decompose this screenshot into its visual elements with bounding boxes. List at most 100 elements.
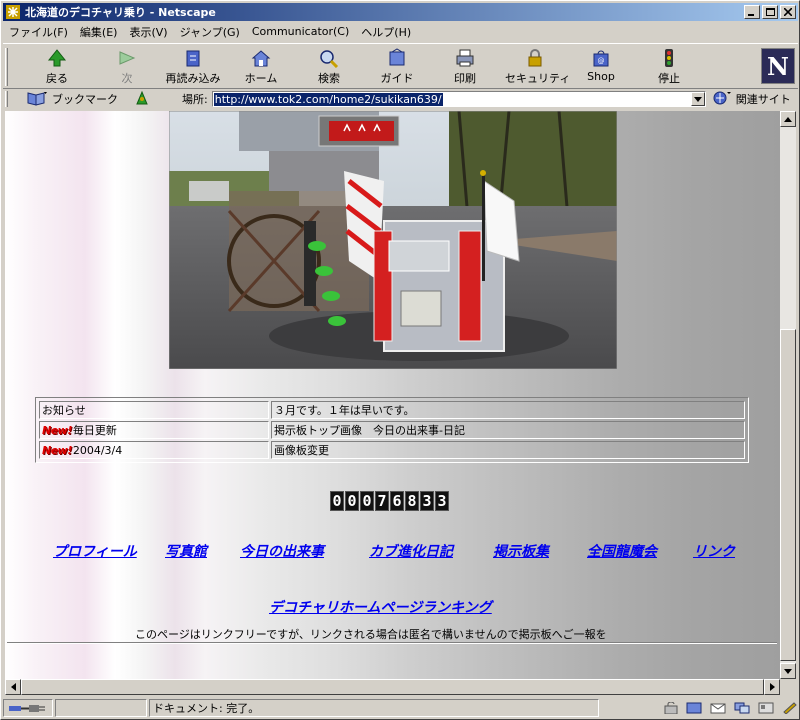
search-icon — [299, 46, 359, 68]
url-field[interactable]: http://www.tok2.com/home2/sukikan639/ — [211, 91, 706, 107]
search-button[interactable]: 検索 — [299, 46, 359, 88]
chevron-down-icon — [784, 668, 792, 674]
horizontal-scroll-thumb[interactable] — [21, 679, 764, 695]
news-table: お知らせ ３月です。１年は早いです。 New!毎日更新 掲示板トップ画像 今日の… — [35, 397, 749, 463]
component-bar — [656, 702, 798, 714]
menu-go[interactable]: ジャンプ(G) — [180, 24, 240, 40]
related-sites-label: 関連サイト — [735, 93, 791, 106]
news-text: ３月です。１年は早いです。 — [274, 404, 415, 417]
navigator-icon[interactable] — [686, 702, 702, 714]
horizontal-rule — [7, 642, 777, 644]
counter-digit: 6 — [390, 491, 404, 511]
netscape-logo[interactable]: N — [761, 48, 795, 84]
navigation-toolbar: 戻る 次 再読み込み ホーム 検索 ガイド 印刷 セキュリティ @ Shop 停… — [3, 43, 798, 89]
title-bar: 北海道のデコチャリ乗り - Netscape — [3, 3, 798, 21]
reload-button[interactable]: 再読み込み — [163, 46, 223, 88]
shop-bag-icon: @ — [571, 46, 631, 68]
news-cell: New!2004/3/4 — [39, 441, 269, 459]
counter-digit: 0 — [345, 491, 359, 511]
connection-status-cell[interactable] — [3, 699, 53, 717]
back-arrow-icon — [27, 46, 87, 68]
chevron-down-icon — [693, 96, 702, 102]
guide-icon — [367, 46, 427, 68]
counter-digit: 3 — [420, 491, 434, 511]
printer-icon — [435, 46, 495, 68]
forward-button[interactable]: 次 — [97, 46, 157, 88]
scroll-down-button[interactable] — [780, 663, 796, 679]
home-icon — [231, 46, 291, 68]
back-button[interactable]: 戻る — [27, 46, 87, 88]
stop-button[interactable]: 停止 — [639, 46, 699, 88]
link-free-notice: このページはリンクフリーですが、リンクされる場合は匿名で構いませんので掲示板へご… — [135, 628, 607, 641]
scroll-up-button[interactable] — [780, 111, 796, 127]
counter-digit: 7 — [375, 491, 389, 511]
related-sites-button[interactable]: 関連サイト — [712, 90, 791, 109]
close-button[interactable] — [780, 5, 796, 19]
guide-button[interactable]: ガイド — [367, 46, 427, 88]
chevron-right-icon — [769, 683, 775, 691]
mail-icon[interactable] — [710, 702, 726, 714]
svg-text:@: @ — [598, 57, 605, 65]
url-dropdown-button[interactable] — [690, 92, 705, 106]
location-label: 場所: — [182, 93, 208, 106]
new-badge: New! — [42, 424, 72, 437]
menu-communicator[interactable]: Communicator(C) — [252, 25, 349, 38]
horizontal-scrollbar[interactable] — [5, 679, 780, 695]
status-text-cell: ドキュメント: 完了。 — [149, 699, 599, 717]
progress-cell — [55, 699, 147, 717]
shop-button[interactable]: @ Shop — [571, 46, 631, 88]
page-content: お知らせ ３月です。１年は早いです。 New!毎日更新 掲示板トップ画像 今日の… — [5, 111, 780, 679]
menu-help[interactable]: ヘルプ(H) — [361, 24, 411, 40]
nav-link-national[interactable]: 全国龍魔会 — [587, 541, 657, 561]
menu-file[interactable]: ファイル(F) — [9, 24, 68, 40]
netscape-app-icon[interactable] — [5, 4, 21, 20]
nav-link-today[interactable]: 今日の出来事 — [240, 541, 324, 561]
chevron-left-icon — [10, 683, 16, 691]
toolbar-grip[interactable] — [5, 48, 8, 86]
maximize-button[interactable] — [762, 5, 778, 19]
vertical-scrollbar[interactable] — [780, 111, 796, 679]
decochari-bike-photo — [169, 111, 617, 369]
connection-plug-icon — [9, 705, 45, 712]
nav-link-profile[interactable]: プロフィール — [53, 541, 137, 561]
home-button[interactable]: ホーム — [231, 46, 291, 88]
address-book-icon[interactable] — [758, 702, 774, 714]
forward-arrow-icon — [97, 46, 157, 68]
minimize-button[interactable] — [744, 5, 760, 19]
nav-link-photos[interactable]: 写真館 — [165, 541, 207, 561]
counter-digit: 8 — [405, 491, 419, 511]
scroll-left-button[interactable] — [5, 679, 21, 695]
vertical-scroll-thumb[interactable] — [780, 329, 796, 661]
news-text: 画像板変更 — [274, 444, 329, 457]
print-button[interactable]: 印刷 — [435, 46, 495, 88]
composer-icon[interactable] — [782, 702, 798, 714]
location-toolbar: ブックマーク 場所: http://www.tok2.com/home2/suk… — [3, 89, 798, 109]
ranking-link[interactable]: デコチャリホームページランキング — [269, 597, 492, 617]
bookmarks-button[interactable]: ブックマーク — [26, 90, 118, 109]
table-row: New!毎日更新 掲示板トップ画像 今日の出来事-日記 — [39, 421, 745, 439]
nav-link-links[interactable]: リンク — [693, 541, 735, 561]
counter-link-underline — [450, 498, 454, 511]
security-button[interactable]: セキュリティ — [505, 46, 570, 88]
scroll-right-button[interactable] — [764, 679, 780, 695]
nav-link-cub-diary[interactable]: カブ進化日記 — [369, 541, 453, 561]
window-title: 北海道のデコチャリ乗り - Netscape — [25, 6, 216, 19]
menu-bar: ファイル(F) 編集(E) 表示(V) ジャンプ(G) Communicator… — [3, 22, 798, 41]
access-counter[interactable]: 0 0 0 7 6 8 3 3 — [330, 491, 454, 511]
location-toolbar-grip[interactable] — [5, 91, 8, 107]
discussion-icon[interactable] — [734, 702, 750, 714]
menu-edit[interactable]: 編集(E) — [80, 24, 118, 40]
news-cell: お知らせ — [39, 401, 269, 419]
table-row: お知らせ ３月です。１年は早いです。 — [39, 401, 745, 419]
menu-view[interactable]: 表示(V) — [129, 24, 167, 40]
news-cell: ３月です。１年は早いです。 — [271, 401, 745, 419]
page-proxy-icon[interactable] — [134, 90, 150, 109]
counter-digit: 0 — [330, 491, 344, 511]
bookmark-book-icon — [26, 90, 48, 109]
table-row: New!2004/3/4 画像板変更 — [39, 441, 745, 459]
security-status-icon[interactable] — [664, 702, 678, 714]
news-cell: New!毎日更新 — [39, 421, 269, 439]
nav-link-bbs[interactable]: 掲示板集 — [493, 541, 549, 561]
new-badge: New! — [42, 443, 72, 457]
status-text: ドキュメント: 完了。 — [153, 702, 260, 715]
